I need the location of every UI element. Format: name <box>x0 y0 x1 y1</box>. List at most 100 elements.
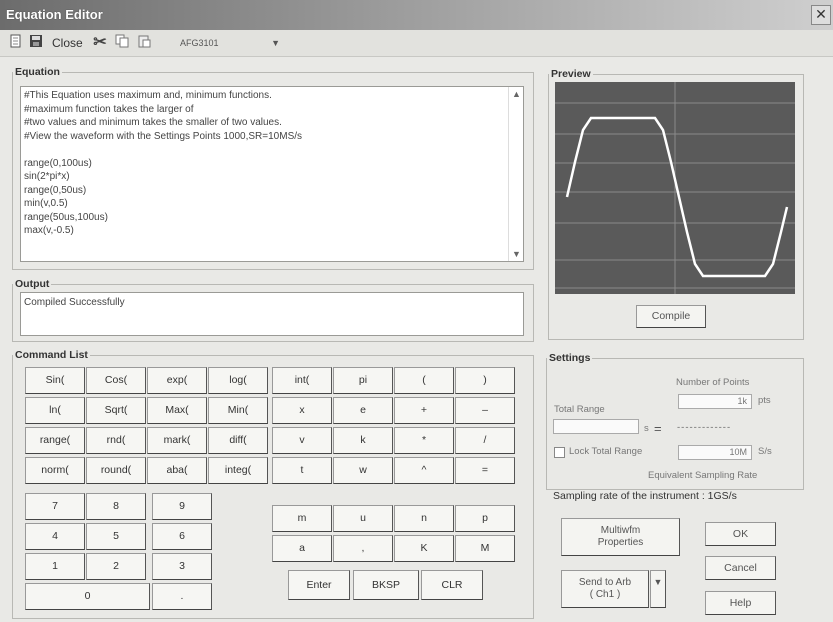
clr-button[interactable]: CLR <box>421 570 483 600</box>
unit-p-button[interactable]: p <box>455 505 515 532</box>
cmd-e-button[interactable]: e <box>333 397 393 424</box>
cmd-pi-button[interactable]: pi <box>333 367 393 394</box>
ok-button[interactable]: OK <box>705 522 776 546</box>
send-to-arb-button[interactable]: Send to Arb ( Ch1 ) <box>561 570 649 608</box>
cmd-log-button[interactable]: log( <box>208 367 268 394</box>
num-9-button[interactable]: 9 <box>152 493 212 520</box>
separator-dashes: ------------- <box>677 422 732 433</box>
preview-plot <box>555 82 795 294</box>
compile-button[interactable]: Compile <box>636 305 706 328</box>
close-window-icon[interactable]: ✕ <box>811 5 831 25</box>
cmd-equals-button[interactable]: = <box>455 457 515 484</box>
cmd-open-paren-button[interactable]: ( <box>394 367 454 394</box>
num-dot-button[interactable]: . <box>152 583 212 610</box>
total-range-field[interactable] <box>553 419 639 434</box>
cmd-multiply-button[interactable]: * <box>394 427 454 454</box>
cmd-w-button[interactable]: w <box>333 457 393 484</box>
unit-u-button[interactable]: u <box>333 505 393 532</box>
cmd-max-button[interactable]: Max( <box>147 397 207 424</box>
cmd-plus-button[interactable]: + <box>394 397 454 424</box>
cmd-close-paren-button[interactable]: ) <box>455 367 515 394</box>
num-3-button[interactable]: 3 <box>152 553 212 580</box>
cmd-v-button[interactable]: v <box>272 427 332 454</box>
help-button[interactable]: Help <box>705 591 776 615</box>
waveform-trace <box>565 116 789 278</box>
cmd-power-button[interactable]: ^ <box>394 457 454 484</box>
cmd-ln-button[interactable]: ln( <box>25 397 85 424</box>
unit-a-button[interactable]: a <box>272 535 332 562</box>
command-list-legend: Command List <box>15 349 88 361</box>
sampling-rate-unit: S/s <box>758 446 772 457</box>
scroll-up-icon[interactable]: ▲ <box>512 89 521 99</box>
save-icon[interactable] <box>28 34 44 52</box>
bksp-button[interactable]: BKSP <box>353 570 419 600</box>
title-bar: Equation Editor ✕ <box>0 0 833 30</box>
equation-editor[interactable]: #This Equation uses maximum and, minimum… <box>20 86 524 262</box>
paste-icon[interactable] <box>136 34 152 52</box>
equation-text[interactable]: #This Equation uses maximum and, minimum… <box>21 87 523 240</box>
output-box: Compiled Successfully <box>20 292 524 336</box>
multiwfm-properties-button[interactable]: Multiwfm Properties <box>561 518 680 556</box>
sampling-rate-field[interactable]: 10M <box>678 445 752 460</box>
output-text: Compiled Successfully <box>24 297 125 308</box>
cmd-x-button[interactable]: x <box>272 397 332 424</box>
lock-total-range-checkbox[interactable] <box>554 447 565 458</box>
cmd-aba-button[interactable]: aba( <box>147 457 207 484</box>
num-8-button[interactable]: 8 <box>86 493 146 520</box>
unit-comma-button[interactable]: , <box>333 535 393 562</box>
equivalent-sampling-rate-label: Equivalent Sampling Rate <box>648 470 758 481</box>
cmd-t-button[interactable]: t <box>272 457 332 484</box>
equation-scrollbar[interactable]: ▲ ▼ <box>508 87 523 261</box>
cmd-round-button[interactable]: round( <box>86 457 146 484</box>
chevron-down-icon: ▼ <box>271 38 280 48</box>
send-to-arb-dropdown[interactable]: ▼ <box>650 570 666 608</box>
chevron-down-icon: ▼ <box>653 577 663 587</box>
cmd-integ-button[interactable]: integ( <box>208 457 268 484</box>
cmd-sqrt-button[interactable]: Sqrt( <box>86 397 146 424</box>
copy-icon[interactable] <box>114 34 130 52</box>
num-2-button[interactable]: 2 <box>86 553 146 580</box>
cmd-min-button[interactable]: Min( <box>208 397 268 424</box>
cmd-diff-button[interactable]: diff( <box>208 427 268 454</box>
instrument-select[interactable]: AFG3101 ▼ <box>180 35 280 51</box>
unit-m-button[interactable]: m <box>272 505 332 532</box>
waveform-graph <box>555 82 795 294</box>
cmd-k-button[interactable]: k <box>333 427 393 454</box>
num-5-button[interactable]: 5 <box>86 523 146 550</box>
cmd-rnd-button[interactable]: rnd( <box>86 427 146 454</box>
cmd-minus-button[interactable]: – <box>455 397 515 424</box>
settings-legend: Settings <box>549 352 591 364</box>
equation-legend: Equation <box>15 66 60 78</box>
cmd-int-button[interactable]: int( <box>272 367 332 394</box>
unit-k-button[interactable]: K <box>394 535 454 562</box>
cmd-exp-button[interactable]: exp( <box>147 367 207 394</box>
num-1-button[interactable]: 1 <box>25 553 85 580</box>
new-file-icon[interactable] <box>8 34 24 52</box>
enter-button[interactable]: Enter <box>288 570 350 600</box>
cancel-button[interactable]: Cancel <box>705 556 776 580</box>
cmd-sin-button[interactable]: Sin( <box>25 367 85 394</box>
cut-icon[interactable]: ✂ <box>92 34 108 52</box>
output-legend: Output <box>15 278 50 290</box>
toolbar: Close ✂ AFG3101 ▼ <box>0 30 833 57</box>
equals-sign: = <box>654 421 662 436</box>
points-field[interactable]: 1k <box>678 394 752 409</box>
cmd-mark-button[interactable]: mark( <box>147 427 207 454</box>
unit-n-button[interactable]: n <box>394 505 454 532</box>
close-button[interactable]: Close <box>52 34 83 52</box>
num-0-button[interactable]: 0 <box>25 583 150 610</box>
cmd-range-button[interactable]: range( <box>25 427 85 454</box>
num-7-button[interactable]: 7 <box>25 493 85 520</box>
cmd-divide-button[interactable]: / <box>455 427 515 454</box>
cmd-norm-button[interactable]: norm( <box>25 457 85 484</box>
unit-mega-button[interactable]: M <box>455 535 515 562</box>
total-range-unit: s <box>644 423 649 434</box>
instrument-select-value: AFG3101 <box>180 38 219 48</box>
scroll-down-icon[interactable]: ▼ <box>512 249 521 259</box>
number-of-points-label: Number of Points <box>676 377 750 388</box>
num-4-button[interactable]: 4 <box>25 523 85 550</box>
num-6-button[interactable]: 6 <box>152 523 212 550</box>
total-range-label: Total Range <box>554 404 605 415</box>
instrument-sampling-rate: Sampling rate of the instrument : 1GS/s <box>553 490 737 502</box>
cmd-cos-button[interactable]: Cos( <box>86 367 146 394</box>
